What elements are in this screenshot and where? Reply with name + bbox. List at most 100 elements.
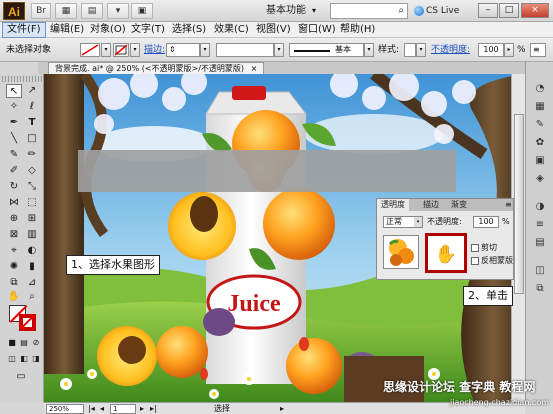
fill-color-picker[interactable] (80, 43, 100, 57)
artwork-thumbnail[interactable] (383, 235, 419, 269)
tab-stroke[interactable]: 描边 (419, 199, 443, 211)
screen-mode-icon[interactable]: ▭ (13, 370, 29, 384)
hand-tool-icon[interactable]: ✋ (6, 290, 22, 304)
stock-button[interactable]: ▦ (55, 3, 77, 19)
clip-option[interactable]: 剪切 (471, 243, 497, 253)
stroke-weight-dropdown[interactable]: ▾ (200, 43, 210, 57)
opacity-mask-thumbnail[interactable]: ✋ (425, 233, 467, 273)
paintbrush-tool-icon[interactable]: ✎ (6, 148, 22, 162)
stroke-color-picker[interactable] (113, 43, 129, 57)
brush-definition[interactable]: 基本 (289, 43, 364, 57)
mask-rectangle[interactable] (78, 150, 456, 192)
artboards-panel-icon[interactable]: ⧉ (532, 282, 548, 296)
eraser-tool-icon[interactable]: ◇ (24, 164, 40, 178)
zoom-menu-button[interactable]: ▾ (107, 3, 129, 19)
color-panel-icon[interactable]: ◔ (532, 82, 548, 96)
variable-width-profile[interactable] (216, 43, 274, 57)
mesh-tool-icon[interactable]: ⊠ (6, 228, 22, 242)
arrange-button[interactable]: ▤ (81, 3, 103, 19)
symbol-sprayer-tool-icon[interactable]: ✺ (6, 260, 22, 274)
menu-select[interactable]: 选择(S) (168, 22, 210, 38)
panel-grip[interactable] (2, 76, 42, 82)
none-icon[interactable]: ⊘ (28, 336, 44, 350)
perspective-grid-tool-icon[interactable]: ⊞ (24, 212, 40, 226)
stroke-swatch[interactable] (19, 314, 36, 331)
lasso-tool-icon[interactable]: ℓ (24, 100, 40, 114)
close-button[interactable]: × (521, 3, 549, 18)
selection-tool-icon[interactable]: ↖ (6, 84, 22, 98)
tab-gradient[interactable]: 渐变 (447, 199, 471, 211)
blend-tool-icon[interactable]: ◐ (24, 244, 40, 258)
direct-selection-tool-icon[interactable]: ↗ (24, 84, 40, 98)
panel-menu-icon[interactable]: ≡ (501, 199, 516, 211)
menu-file[interactable]: 文件(F) (2, 22, 46, 38)
layout-button[interactable]: ▣ (131, 3, 153, 19)
pencil-tool-icon[interactable]: ✏ (24, 148, 40, 162)
stroke-dropdown[interactable]: ▾ (130, 43, 140, 57)
gradient-panel-icon[interactable]: ▤ (532, 236, 548, 250)
symbols-panel-icon[interactable]: ✿ (532, 136, 548, 150)
workspace-switcher[interactable]: 基本功能 (266, 3, 306, 19)
scale-tool-icon[interactable]: ⤡ (24, 180, 40, 194)
menu-window[interactable]: 窗口(W) (294, 22, 340, 38)
menu-type[interactable]: 文字(T) (127, 22, 169, 38)
blob-brush-tool-icon[interactable]: ✐ (6, 164, 22, 178)
page-select[interactable]: 1 (110, 404, 136, 414)
search-input[interactable]: ⌕ (330, 3, 408, 19)
minimize-button[interactable]: – (478, 3, 498, 18)
chevron-down-icon[interactable]: ▾ (312, 3, 316, 19)
invert-mask-checkbox[interactable] (471, 256, 479, 265)
eyedropper-tool-icon[interactable]: ⌖ (6, 244, 22, 258)
magic-wand-tool-icon[interactable]: ✧ (6, 100, 22, 114)
type-tool-icon[interactable]: T (24, 116, 40, 130)
style-dropdown[interactable]: ▾ (416, 43, 426, 57)
column-graph-tool-icon[interactable]: ▮ (24, 260, 40, 274)
panel-opacity-input[interactable]: 100 (473, 216, 499, 228)
rotate-tool-icon[interactable]: ↻ (6, 180, 22, 194)
cs-live-button[interactable]: CS Live (426, 3, 459, 19)
line-tool-icon[interactable]: ╲ (6, 132, 22, 146)
tab-transparency[interactable]: 透明度 (377, 199, 409, 211)
brushes-panel-icon[interactable]: ✎ (532, 118, 548, 132)
appearance-panel-icon[interactable]: ◈ (532, 172, 548, 186)
fill-dropdown[interactable]: ▾ (101, 43, 111, 57)
panel-menu-button[interactable]: ≡ (530, 43, 546, 57)
stroke-panel-icon[interactable]: ≡ (532, 218, 548, 232)
free-transform-tool-icon[interactable]: ⬚ (24, 196, 40, 210)
graphic-style-swatch[interactable] (404, 43, 416, 57)
menu-help[interactable]: 帮助(H) (336, 22, 379, 38)
close-tab-icon[interactable]: × (251, 64, 258, 73)
menu-effect[interactable]: 效果(C) (210, 22, 253, 38)
artboard-tool-icon[interactable]: ⧉ (6, 276, 22, 290)
bridge-button[interactable]: Br (31, 3, 51, 19)
zoom-tool-icon[interactable]: ⌕ (24, 290, 40, 304)
stroke-weight-label[interactable]: 描边: (144, 38, 165, 62)
prev-page-icon[interactable]: ◂ (100, 403, 104, 414)
blend-mode-select[interactable]: 正常 ▾ (383, 216, 423, 228)
slice-tool-icon[interactable]: ⊿ (24, 276, 40, 290)
draw-inside-icon[interactable]: ◨ (28, 352, 44, 366)
shape-builder-tool-icon[interactable]: ⊕ (6, 212, 22, 226)
brush-dropdown[interactable]: ▾ (364, 43, 374, 57)
width-tool-icon[interactable]: ⋈ (6, 196, 22, 210)
profile-dropdown[interactable]: ▾ (274, 43, 284, 57)
first-page-icon[interactable]: |◂ (88, 403, 95, 414)
zoom-select[interactable]: 250% (46, 404, 84, 414)
invert-mask-option[interactable]: 反相蒙版 (471, 256, 513, 266)
stroke-weight-field[interactable]: ⇕ (166, 43, 200, 57)
rectangle-tool-icon[interactable]: □ (24, 132, 40, 146)
gradient-tool-icon[interactable]: ▥ (24, 228, 40, 242)
menu-object[interactable]: 对象(O) (86, 22, 130, 38)
maximize-button[interactable]: □ (499, 3, 519, 18)
transparency-panel-icon[interactable]: ◑ (532, 200, 548, 214)
pen-tool-icon[interactable]: ✒ (6, 116, 22, 130)
opacity-input[interactable]: 100 (478, 43, 504, 57)
menu-edit[interactable]: 编辑(E) (46, 22, 88, 38)
menu-view[interactable]: 视图(V) (252, 22, 295, 38)
document-tab[interactable]: 背景完成. ai* @ 250% (<不透明蒙版>/不透明蒙版) × (48, 62, 265, 74)
opacity-dropdown[interactable]: ▸ (504, 43, 514, 57)
layers-panel-icon[interactable]: ◫ (532, 264, 548, 278)
clip-checkbox[interactable] (471, 243, 479, 252)
last-page-icon[interactable]: ▸| (150, 403, 157, 414)
swatches-panel-icon[interactable]: ▦ (532, 100, 548, 114)
